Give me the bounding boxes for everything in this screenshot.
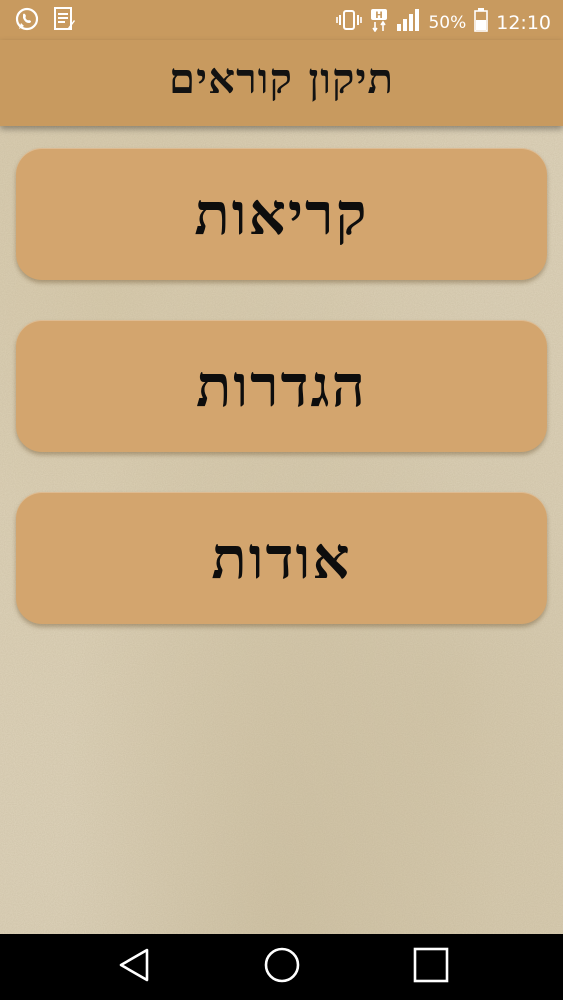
recents-button[interactable] <box>411 947 451 987</box>
settings-button[interactable]: הגדרות <box>16 320 547 452</box>
back-button[interactable] <box>114 947 154 987</box>
about-button[interactable]: אודות <box>16 492 547 624</box>
navigation-bar <box>0 934 563 1000</box>
page-title: תיקון קוראים <box>168 54 395 103</box>
whatsapp-icon <box>14 6 40 37</box>
home-button[interactable] <box>262 947 302 987</box>
back-icon <box>117 947 151 987</box>
app-header: תיקון קוראים <box>0 40 563 126</box>
vibrate-icon <box>336 9 363 36</box>
settings-button-label: הגדרות <box>195 352 368 420</box>
svg-text:H: H <box>376 11 384 21</box>
about-button-label: אודות <box>211 524 352 592</box>
battery-percent: 50% <box>428 12 467 33</box>
notes-icon <box>52 6 76 37</box>
home-icon <box>263 946 301 988</box>
clock: 12:10 <box>496 11 551 34</box>
battery-icon <box>474 8 489 37</box>
recents-icon <box>413 947 449 987</box>
status-bar: H 50% 12:10 <box>0 0 563 40</box>
hd-signal-icon: H <box>370 8 388 37</box>
readings-button-label: קריאות <box>194 180 369 248</box>
readings-button[interactable]: קריאות <box>16 148 547 280</box>
cell-signal-icon <box>396 8 420 37</box>
